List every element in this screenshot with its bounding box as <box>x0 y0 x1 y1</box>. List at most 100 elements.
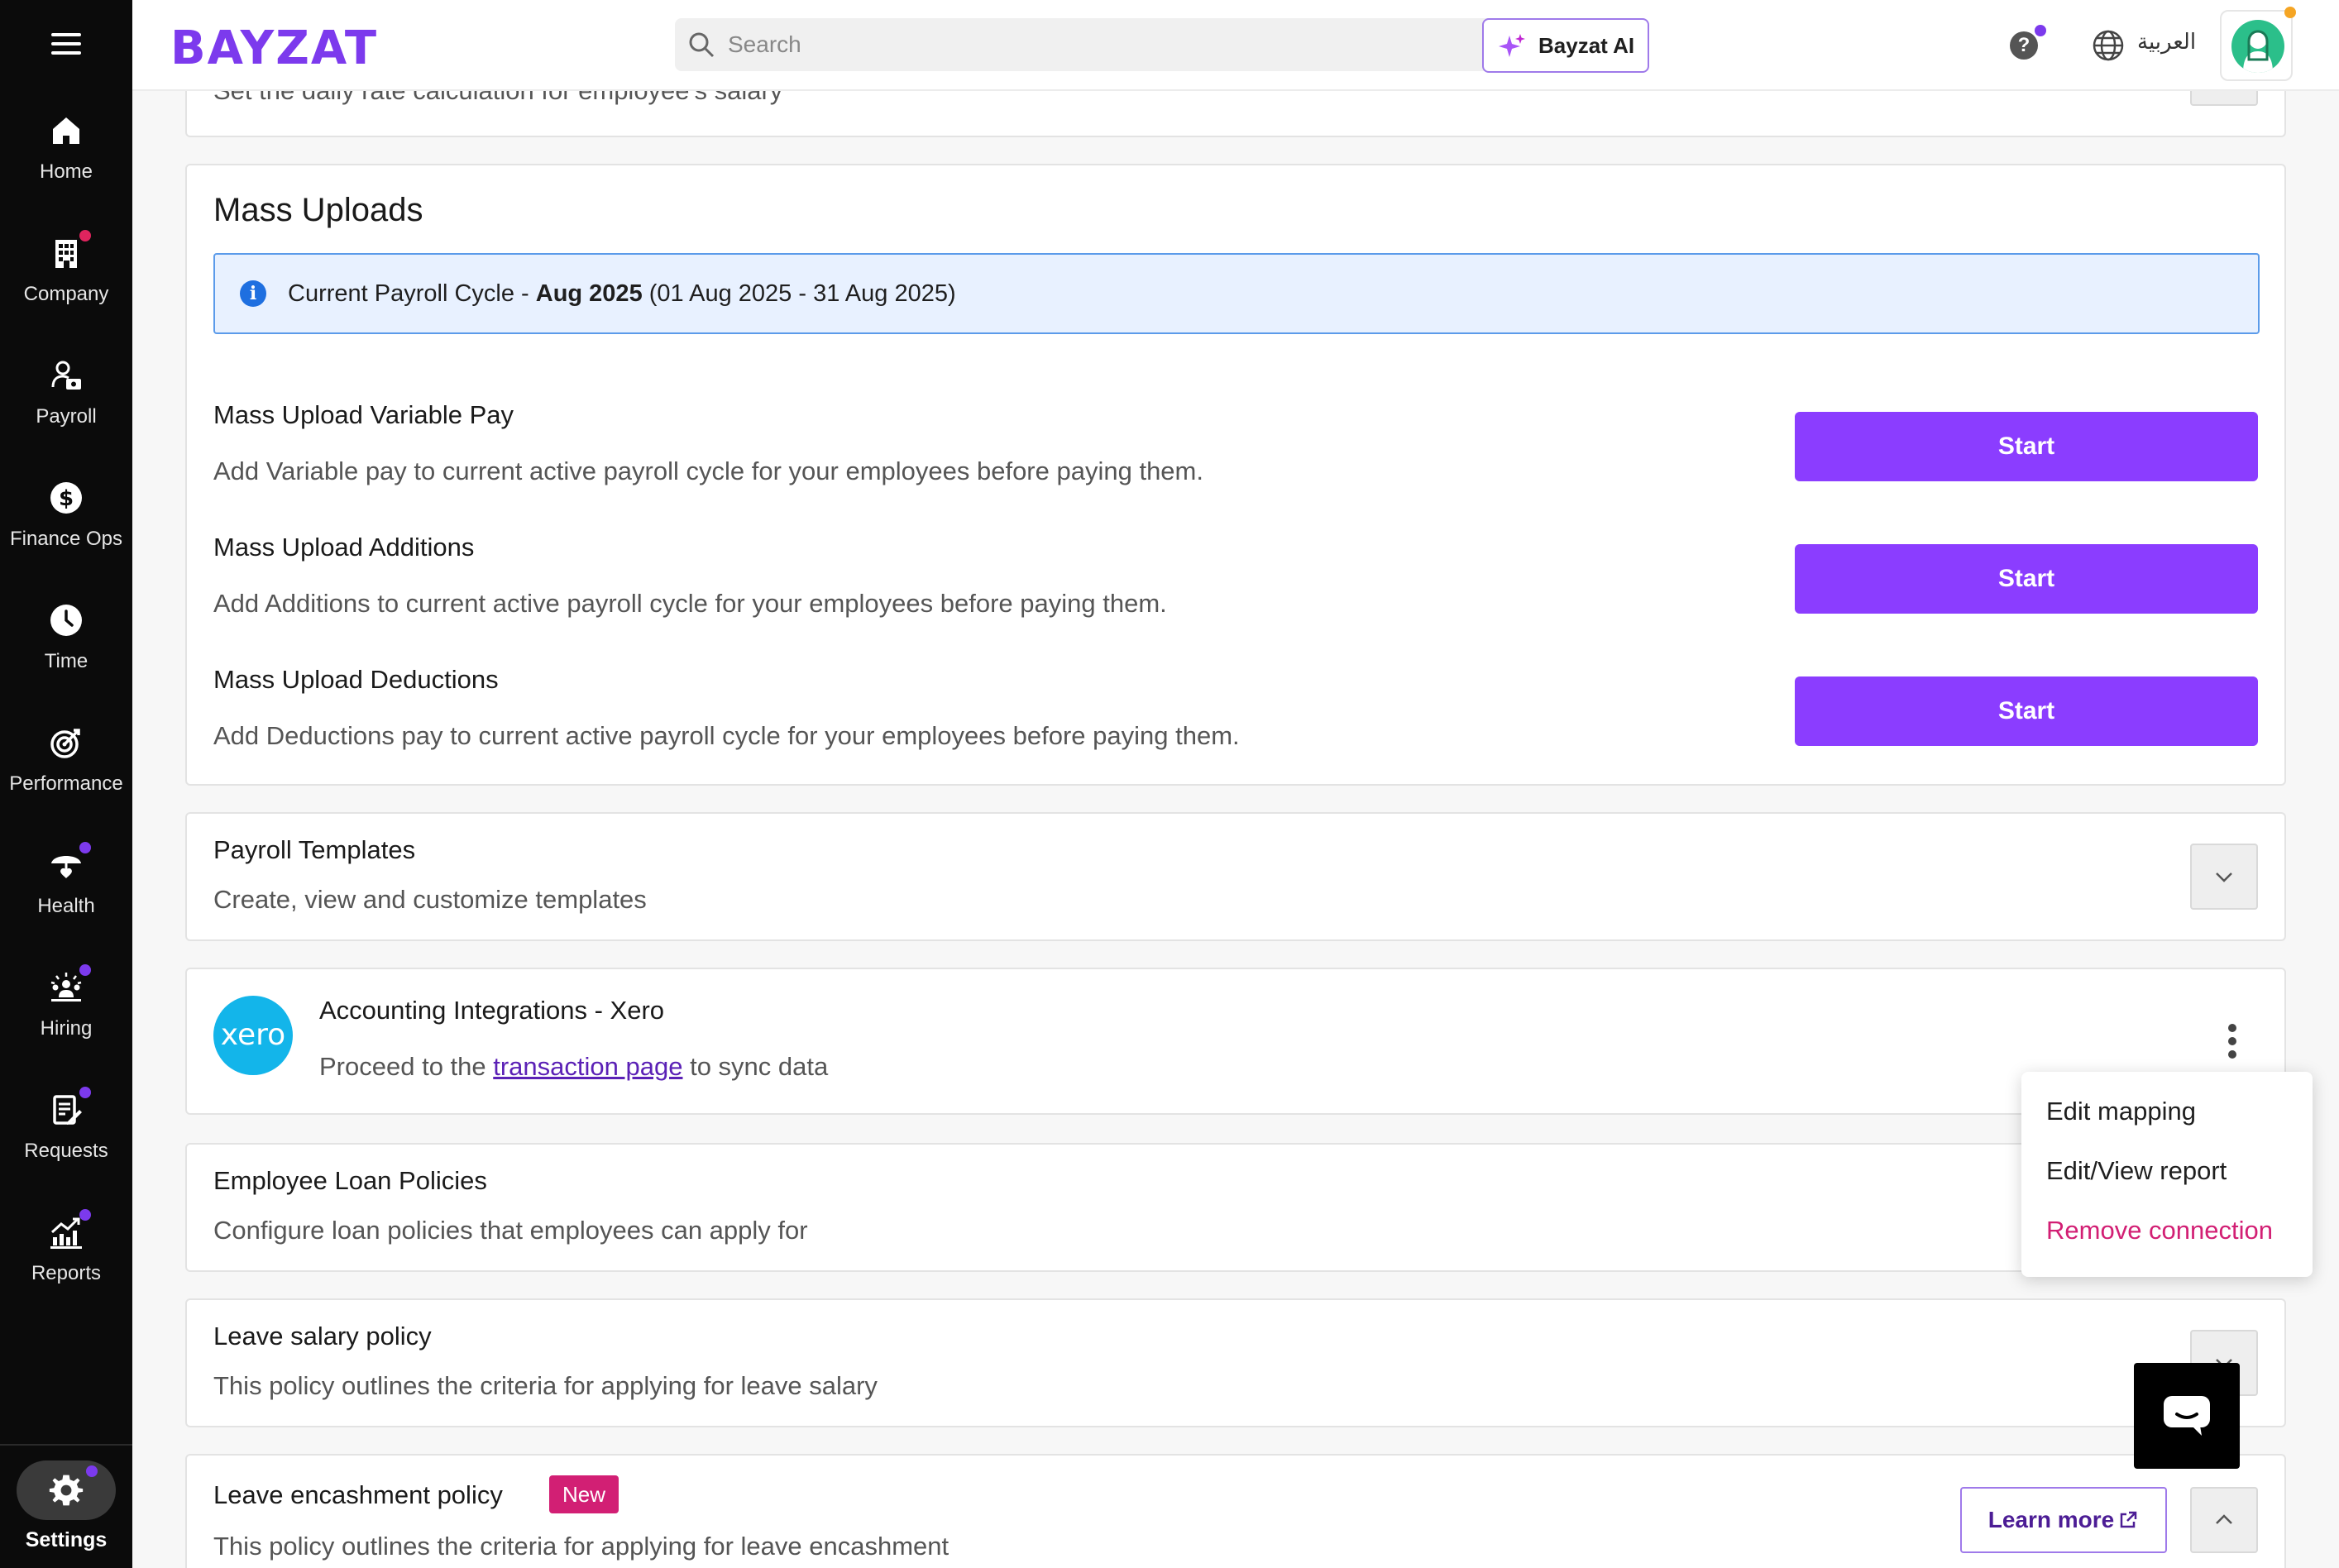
mass-upload-desc: Add Additions to current active payroll … <box>213 589 1167 618</box>
avatar[interactable] <box>2220 7 2296 81</box>
card-description: This policy outlines the criteria for ap… <box>213 1532 949 1561</box>
card-description: This policy outlines the criteria for ap… <box>213 1371 878 1400</box>
learn-more-button[interactable]: Learn more <box>1960 1487 2167 1553</box>
sidebar-item-label: Hiring <box>40 1017 93 1040</box>
notification-dot <box>79 1087 91 1098</box>
expand-button[interactable] <box>2190 844 2258 910</box>
xero-logo: xero <box>213 996 293 1075</box>
sidebar-item-requests[interactable]: Requests <box>0 1087 132 1163</box>
sidebar-item-health[interactable]: Health <box>0 842 132 918</box>
language-switch[interactable]: العربية <box>2137 30 2196 55</box>
start-additions-button[interactable]: Start <box>1795 544 2258 614</box>
bayzat-ai-button[interactable]: Bayzat AI <box>1482 18 1649 73</box>
collapse-button[interactable] <box>2190 1487 2258 1553</box>
chevron-up-icon <box>2216 1514 2232 1524</box>
start-deductions-button[interactable]: Start <box>1795 676 2258 746</box>
sidebar-item-label: Company <box>23 283 109 305</box>
hiring-icon <box>46 964 91 1007</box>
learn-more-label: Learn more <box>1987 1507 2115 1532</box>
new-badge: New <box>549 1475 619 1513</box>
sidebar-item-performance[interactable]: Performance <box>0 723 132 796</box>
notification-dot <box>79 1209 91 1221</box>
help-label: ? <box>2017 34 2030 56</box>
section-title: Mass Uploads <box>213 192 423 228</box>
notification-dot <box>2035 25 2046 36</box>
notification-dot <box>79 842 91 853</box>
integration-context-menu: Edit mapping Edit/View report Remove con… <box>2021 1072 2313 1277</box>
chat-bubble-icon <box>2164 1396 2210 1436</box>
target-icon <box>46 723 86 762</box>
globe-icon[interactable] <box>2091 28 2126 63</box>
clipboard-icon <box>46 1087 91 1130</box>
info-cycle: Aug 2025 <box>535 280 643 307</box>
hamburger-menu-icon[interactable] <box>51 33 81 60</box>
home-icon <box>46 111 86 151</box>
sidebar-item-label: Settings <box>25 1528 108 1551</box>
payroll-templates-card: Payroll Templates Create, view and custo… <box>185 812 2286 941</box>
info-icon: i <box>240 280 266 307</box>
sidebar-item-home[interactable]: Home <box>0 111 132 184</box>
sidebar-item-payroll[interactable]: Payroll <box>0 356 132 428</box>
card-title: Leave encashment policy <box>213 1480 503 1509</box>
leave-salary-card: Leave salary policy This policy outlines… <box>185 1298 2286 1427</box>
sidebar-item-label: Time <box>44 650 88 672</box>
start-variable-pay-button[interactable]: Start <box>1795 412 2258 481</box>
mass-uploads-card: Mass Uploads i Current Payroll Cycle - A… <box>185 164 2286 786</box>
info-range: (01 Aug 2025 - 31 Aug 2025) <box>642 280 956 307</box>
bayzat-logo[interactable]: BAYZAT <box>170 22 378 75</box>
building-icon <box>46 230 91 273</box>
edit-mapping-menu-item[interactable]: Edit mapping <box>2046 1097 2196 1126</box>
sidebar-item-label: Health <box>37 895 95 917</box>
transaction-page-link[interactable]: transaction page <box>493 1052 682 1081</box>
leave-encashment-card: Leave encashment policy New This policy … <box>185 1454 2286 1568</box>
settings-pill[interactable] <box>17 1460 116 1520</box>
card-description: Proceed to the transaction page to sync … <box>319 1052 828 1082</box>
mass-upload-title: Mass Upload Additions <box>213 533 475 562</box>
payroll-cycle-info: i Current Payroll Cycle - Aug 2025 (01 A… <box>213 253 2260 334</box>
edit-view-report-menu-item[interactable]: Edit/View report <box>2046 1156 2227 1186</box>
card-description: Configure loan policies that employees c… <box>213 1216 808 1245</box>
external-link-icon <box>2121 1511 2137 1528</box>
mass-upload-title: Mass Upload Variable Pay <box>213 400 514 429</box>
sidebar-item-label: Home <box>39 160 93 183</box>
chevron-down-icon <box>2216 872 2232 882</box>
search-input[interactable] <box>728 31 1472 58</box>
card-title: Accounting Integrations - Xero <box>319 996 665 1025</box>
sidebar-item-settings[interactable]: Settings <box>0 1444 132 1552</box>
search-box[interactable] <box>675 18 1601 71</box>
sidebar-item-reports[interactable]: Reports <box>0 1209 132 1285</box>
notification-dot <box>86 1465 98 1477</box>
sidebar-item-label: Payroll <box>36 405 97 428</box>
sparkle-icon <box>1499 34 1525 57</box>
more-options-icon[interactable] <box>2228 1024 2238 1060</box>
search-icon <box>689 32 715 58</box>
sidebar-item-label: Finance Ops <box>9 528 123 550</box>
sidebar-item-time[interactable]: Time <box>0 600 132 673</box>
card-description: Create, view and customize templates <box>213 885 647 914</box>
chart-icon <box>46 1209 91 1252</box>
notification-dot <box>79 964 91 976</box>
sidebar-item-finance-ops[interactable]: $ Finance Ops <box>0 478 132 551</box>
clock-icon <box>46 600 86 640</box>
remove-connection-menu-item[interactable]: Remove connection <box>2046 1216 2273 1245</box>
umbrella-heart-icon <box>46 842 91 885</box>
sidebar-item-label: Performance <box>9 772 123 795</box>
notification-dot <box>2284 7 2296 18</box>
xero-integration-card: xero Accounting Integrations - Xero Proc… <box>185 968 2286 1115</box>
mass-upload-title: Mass Upload Deductions <box>213 665 499 694</box>
ai-button-label: Bayzat AI <box>1538 32 1635 58</box>
svg-text:$: $ <box>59 486 74 511</box>
mass-upload-desc: Add Variable pay to current active payro… <box>213 457 1203 485</box>
sidebar-item-company[interactable]: Company <box>0 230 132 306</box>
loan-policies-card: Employee Loan Policies Configure loan po… <box>185 1143 2286 1272</box>
desc-suffix: to sync data <box>682 1052 829 1081</box>
sidebar-item-hiring[interactable]: Hiring <box>0 964 132 1040</box>
sidebar: Home Company Payroll $ Finance Ops Time … <box>0 0 132 1568</box>
mass-upload-desc: Add Deductions pay to current active pay… <box>213 721 1240 750</box>
dollar-icon: $ <box>46 478 86 518</box>
chat-widget-button[interactable] <box>2134 1363 2240 1469</box>
desc-prefix: Proceed to the <box>319 1052 494 1081</box>
sidebar-item-label: Requests <box>24 1140 108 1162</box>
help-icon[interactable]: ? <box>2010 25 2046 60</box>
payroll-icon <box>46 356 86 395</box>
